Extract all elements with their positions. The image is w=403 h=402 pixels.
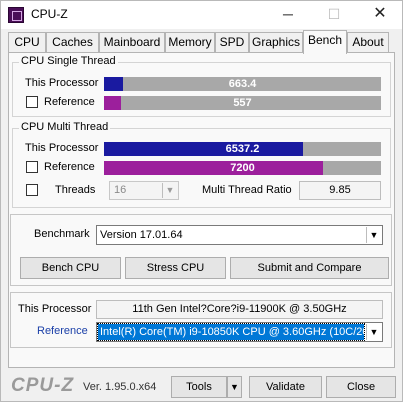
benchmark-version-value: Version 17.01.64 (100, 229, 183, 241)
threads-value: 16 (114, 184, 127, 196)
multi-this-value: 6537.2 (225, 143, 260, 155)
multi-thread-title: CPU Multi Thread (19, 121, 111, 133)
single-ref-value: 557 (233, 97, 252, 109)
info-this-value: 11th Gen Intel?Core?i9-11900K @ 3.50GHz (96, 300, 383, 319)
single-this-bar: 663.4 (104, 77, 381, 91)
cpuz-logo: CPU-Z (11, 375, 75, 396)
processor-info-group: This Processor 11th Gen Intel?Core?i9-11… (10, 292, 392, 348)
single-this-label: This Processor (25, 77, 99, 89)
info-ref-label: Reference (37, 325, 88, 337)
benchmark-group: Benchmark Version 17.01.64 ▼ Bench CPU S… (10, 214, 392, 286)
multi-ref-bar: 7200 (104, 161, 381, 175)
stress-cpu-button[interactable]: Stress CPU (125, 257, 226, 279)
single-ref-label: Reference (44, 96, 95, 108)
tab-about[interactable]: About (347, 32, 389, 53)
tab-memory[interactable]: Memory (165, 32, 215, 53)
bench-pane: CPU Single Thread This Processor 663.4 R… (8, 52, 395, 368)
ratio-label: Multi Thread Ratio (202, 184, 292, 196)
single-thread-group: CPU Single Thread This Processor 663.4 R… (12, 55, 391, 117)
tab-graphics[interactable]: Graphics (249, 32, 303, 53)
single-reference-checkbox[interactable] (26, 96, 38, 108)
title-bar: CPU-Z ─ ☐ ✕ (1, 1, 402, 29)
multi-thread-group: CPU Multi Thread This Processor 6537.2 R… (12, 121, 391, 208)
version-text: Ver. 1.95.0.x64 (83, 381, 157, 393)
footer-bar: CPU-Z Ver. 1.95.0.x64 Tools ▼ Validate C… (1, 371, 402, 401)
cpuz-app-icon (8, 7, 24, 23)
ratio-value: 9.85 (299, 181, 381, 200)
chevron-down-icon: ▼ (366, 227, 381, 243)
benchmark-label: Benchmark (34, 228, 90, 240)
tab-bench[interactable]: Bench (303, 30, 347, 54)
tab-mainboard[interactable]: Mainboard (99, 32, 165, 53)
validate-button[interactable]: Validate (249, 376, 322, 398)
close-icon[interactable]: ✕ (357, 1, 403, 29)
window-title: CPU-Z (31, 7, 68, 21)
single-thread-title: CPU Single Thread (19, 55, 118, 67)
chevron-down-icon: ▼ (162, 183, 177, 198)
cpuz-window: CPU-Z ─ ☐ ✕ CPU Caches Mainboard Memory … (0, 0, 403, 402)
reference-processor-value: Intel(R) Core(TM) i9-10850K CPU @ 3.60GH… (97, 323, 365, 341)
maximize-icon[interactable]: ☐ (311, 1, 357, 29)
multi-this-bar: 6537.2 (104, 142, 381, 156)
submit-compare-button[interactable]: Submit and Compare (230, 257, 389, 279)
tab-caches[interactable]: Caches (46, 32, 99, 53)
single-ref-bar: 557 (104, 96, 381, 110)
info-this-label: This Processor (18, 303, 92, 315)
benchmark-version-dropdown[interactable]: Version 17.01.64 ▼ (96, 225, 383, 245)
minimize-icon[interactable]: ─ (265, 1, 311, 29)
tools-dropdown-icon[interactable]: ▼ (227, 376, 242, 398)
bench-cpu-button[interactable]: Bench CPU (20, 257, 121, 279)
threads-dropdown[interactable]: 16 ▼ (109, 181, 179, 200)
multi-ref-label: Reference (44, 161, 95, 173)
tab-spd[interactable]: SPD (215, 32, 249, 53)
single-this-value: 663.4 (228, 78, 257, 90)
tab-cpu[interactable]: CPU (8, 32, 46, 53)
close-button[interactable]: Close (326, 376, 396, 398)
multi-ref-value: 7200 (230, 162, 255, 174)
threads-checkbox[interactable] (26, 184, 38, 196)
tools-button[interactable]: Tools (171, 376, 227, 398)
threads-label: Threads (55, 184, 96, 196)
multi-this-label: This Processor (25, 142, 99, 154)
multi-reference-checkbox[interactable] (26, 161, 38, 173)
chevron-down-icon: ▼ (366, 324, 381, 340)
reference-processor-dropdown[interactable]: Intel(R) Core(TM) i9-10850K CPU @ 3.60GH… (96, 322, 383, 342)
